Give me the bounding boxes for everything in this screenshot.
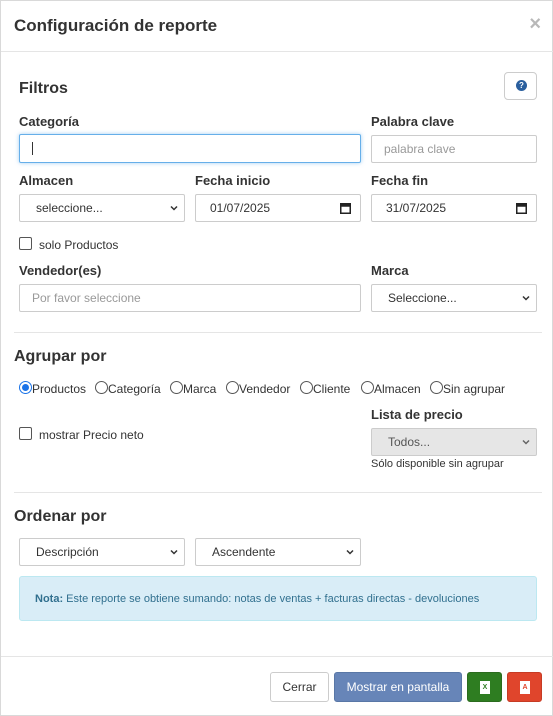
only-products-label: solo Productos (39, 238, 119, 252)
radio-sin-agrupar[interactable] (430, 381, 443, 394)
info-note: Nota: Este reporte se obtiene sumando: n… (19, 576, 537, 621)
radio-productos[interactable] (19, 381, 32, 394)
end-date-input[interactable]: 31/07/2025 (371, 194, 537, 222)
keyword-label: Palabra clave (371, 114, 455, 129)
sellers-multiselect[interactable]: Por favor seleccione (19, 284, 361, 312)
chevron-down-icon (170, 548, 178, 556)
radio-almacen[interactable] (361, 381, 374, 394)
price-list-selected: Todos... (388, 435, 431, 449)
brand-select[interactable]: Seleccione... (371, 284, 537, 312)
radio-label-categoria: Categoría (108, 382, 161, 396)
chevron-down-icon (522, 438, 530, 446)
order-field-select[interactable]: Descripción (19, 538, 185, 566)
close-button[interactable]: Cerrar (270, 672, 329, 702)
export-pdf-button[interactable]: A (507, 672, 542, 702)
category-input[interactable] (19, 134, 361, 163)
end-date-value: 31/07/2025 (386, 201, 447, 215)
report-config-dialog: Configuración de reporte × Filtros ? Cat… (0, 0, 553, 716)
radio-label-marca: Marca (183, 382, 217, 396)
price-list-label: Lista de precio (371, 407, 463, 422)
radio-label-vendedor: Vendedor (239, 382, 291, 396)
show-on-screen-button[interactable]: Mostrar en pantalla (334, 672, 462, 702)
warehouse-select[interactable]: seleccione... (19, 194, 185, 222)
net-price-label: mostrar Precio neto (39, 428, 144, 442)
radio-vendedor[interactable] (226, 381, 239, 394)
price-list-hint: Sólo disponible sin agrupar (371, 458, 504, 470)
note-label: Nota: (35, 593, 64, 605)
text-cursor (32, 142, 33, 156)
radio-categoria[interactable] (95, 381, 108, 394)
warehouse-selected: seleccione... (36, 201, 103, 215)
price-list-select[interactable]: Todos... (371, 428, 537, 456)
pdf-file-icon: A (520, 681, 530, 694)
warehouse-label: Almacen (19, 173, 74, 188)
category-label: Categoría (19, 114, 79, 129)
start-date-label: Fecha inicio (195, 173, 271, 188)
close-icon[interactable]: × (529, 13, 541, 36)
radio-label-productos: Productos (32, 382, 87, 396)
excel-file-icon: X (480, 681, 490, 694)
chevron-down-icon (346, 548, 354, 556)
chevron-down-icon (170, 204, 178, 212)
group-by-heading: Agrupar por (14, 348, 107, 365)
brand-label: Marca (371, 263, 409, 278)
order-field-selected: Descripción (36, 545, 99, 559)
note-text: Este reporte se obtiene sumando: notas d… (66, 593, 480, 605)
start-date-value: 01/07/2025 (210, 201, 271, 215)
radio-cliente[interactable] (300, 381, 313, 394)
radio-marca[interactable] (170, 381, 183, 394)
chevron-down-icon (522, 294, 530, 302)
sellers-label: Vendedor(es) (19, 263, 102, 278)
help-button[interactable]: ? (504, 72, 537, 100)
keyword-placeholder: palabra clave (384, 142, 456, 156)
question-icon: ? (516, 80, 527, 91)
radio-label-almacen: Almacen (374, 382, 421, 396)
filters-heading: Filtros (19, 80, 68, 97)
calendar-icon[interactable] (516, 202, 527, 214)
radio-label-cliente: Cliente (313, 382, 351, 396)
radio-label-sin-agrupar: Sin agrupar (443, 382, 506, 396)
only-products-checkbox[interactable] (19, 237, 32, 250)
order-direction-select[interactable]: Ascendente (195, 538, 361, 566)
dialog-title: Configuración de reporte (14, 16, 218, 35)
divider (14, 332, 542, 333)
dialog-header: Configuración de reporte × (1, 1, 553, 52)
start-date-input[interactable]: 01/07/2025 (195, 194, 361, 222)
keyword-input[interactable]: palabra clave (371, 135, 537, 163)
footer-divider (1, 656, 553, 657)
end-date-label: Fecha fin (371, 173, 429, 188)
divider (14, 492, 542, 493)
sellers-placeholder: Por favor seleccione (32, 291, 141, 305)
calendar-icon[interactable] (340, 202, 351, 214)
order-direction-selected: Ascendente (212, 545, 276, 559)
net-price-checkbox[interactable] (19, 427, 32, 440)
order-by-heading: Ordenar por (14, 508, 107, 525)
export-excel-button[interactable]: X (467, 672, 502, 702)
brand-selected: Seleccione... (388, 291, 457, 305)
